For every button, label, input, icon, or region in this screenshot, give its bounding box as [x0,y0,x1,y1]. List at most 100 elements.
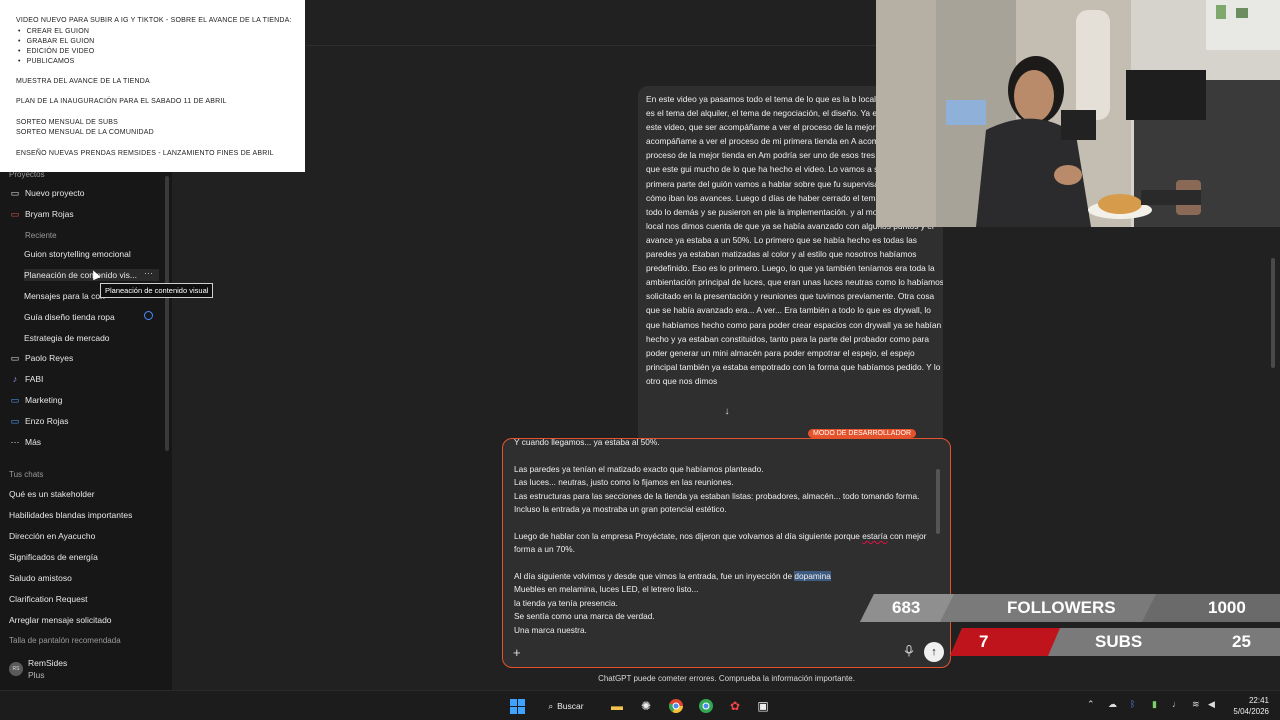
project-bryam-rojas[interactable]: ▭ Bryam Rojas [0,204,172,224]
user-plan: Plus [28,670,45,680]
composer-line: Las paredes ya tenían el matizado exacto… [514,463,764,474]
chat-item[interactable]: Qué es un stakeholder [9,489,95,499]
sidebar-chat-guion[interactable]: Guion storytelling emocional [24,249,131,259]
list-item: GRABAR EL GUION [18,37,95,47]
folder-icon: ▭ [10,415,20,426]
search-icon: ⌕ [548,700,554,711]
chat-item[interactable]: Arreglar mensaje solicitado [9,615,112,625]
composer-line: Las estructuras para las secciones de la… [514,490,920,515]
notes-overlay: VIDEO NUEVO PARA SUBIR A IG Y TIKTOK - S… [0,0,305,172]
project-fabi[interactable]: ♪ FABI [0,369,172,389]
notes-list: CREAR EL GUION GRABAR EL GUION EDICIÓN D… [18,27,95,67]
followers-count: 683 [892,598,921,617]
sidebar-chat-mensajes[interactable]: Mensajes para la con [24,291,105,301]
notes-title: VIDEO NUEVO PARA SUBIR A IG Y TIKTOK - S… [16,17,292,24]
avatar[interactable]: RS [9,662,23,676]
cloud-icon[interactable]: ☁ [1108,699,1117,710]
app-window-icon[interactable]: ▣ [754,696,772,716]
selected-word: dopamina [794,571,831,582]
project-marketing[interactable]: ▭ Marketing [0,390,172,410]
notes-line: SORTEO MENSUAL DE LA COMUNIDAD [16,129,154,136]
chat-item[interactable]: Clarification Request [9,594,87,604]
chrome-profile-icon[interactable] [697,696,715,716]
subs-goal-bar: 7 SUBS 25 [950,628,1280,656]
composer-blank [514,449,936,462]
notes-line: MUESTRA DEL AVANCE DE LA TIENDA [16,78,150,85]
project-label: Paolo Reyes [25,353,74,363]
list-item: CREAR EL GUION [18,27,94,37]
main-scrollbar[interactable] [1271,258,1275,368]
file-explorer-icon[interactable]: ▬ [608,696,626,716]
volume-icon[interactable]: ◀ [1208,699,1215,710]
chatgpt-app-icon[interactable]: ✺ [637,696,655,716]
list-item: EDICIÓN DE VIDEO [18,47,95,57]
subs-goal: 25 [1232,632,1251,651]
webcam-feed [876,0,1280,227]
project-label: Bryam Rojas [25,209,74,219]
more-icon: ··· [10,437,20,447]
wifi-icon[interactable]: ≋ [1192,699,1200,710]
taskbar-search[interactable]: ⌕ Buscar [540,696,592,716]
composer-scrollbar[interactable] [936,469,940,534]
chrome-icon[interactable] [667,696,685,716]
project-paolo-reyes[interactable]: ▭ Paolo Reyes [0,348,172,368]
sidebar-chat-estrategia[interactable]: Estrategia de mercado [24,333,110,343]
misspelled-word: estaría [862,530,888,541]
user-name[interactable]: RemSides [28,658,67,668]
clock-time: 22:41 [1248,696,1269,705]
folder-icon: ▭ [10,352,20,363]
composer-span: Al día siguiente volvimos y desde que vi… [514,571,795,582]
sidebar-scrollbar[interactable] [165,176,169,451]
clock-date: 5/04/2026 [1233,707,1269,716]
header-divider [306,45,876,46]
battery-icon[interactable]: ▮ [1152,699,1157,710]
windows-start-icon[interactable] [508,696,526,716]
clock[interactable]: 22:41 5/04/2026 [1225,695,1269,717]
chat-item[interactable]: Significados de energía [9,552,98,562]
chat-item[interactable]: Habilidades blandas importantes [9,510,132,520]
attach-plus-button[interactable]: + [513,645,521,660]
folder-icon: ▭ [10,394,20,405]
arrow-down-icon[interactable]: ↓ [719,406,735,422]
composer-line: Luego de hablar con la empresa Proyéctat… [514,530,936,557]
more-projects-button[interactable]: ··· Más [0,432,172,452]
project-label: Marketing [25,395,63,405]
chat-item[interactable]: Dirección en Ayacucho [9,531,95,541]
project-label: Enzo Rojas [25,416,69,426]
composer-line: Al día siguiente volvimos y desde que vi… [514,570,936,583]
message-composer[interactable]: Y cuando llegamos... ya estaba al 50%. L… [502,438,951,668]
project-label: FABI [25,374,44,384]
new-project-button[interactable]: ▭ Nuevo proyecto [0,183,172,203]
more-label: Más [25,437,42,447]
chevron-up-icon[interactable]: ⌃ [1087,699,1095,710]
sidebar-chat-guia[interactable]: Guía diseño tienda ropa [24,312,115,322]
composer-blank [514,557,936,570]
chat-item[interactable]: Saludo amistoso [9,573,72,583]
more-options-icon[interactable]: ··· [144,268,153,278]
list-item: PUBLICAMOS [18,57,94,67]
followers-goal-bar: 683 FOLLOWERS 1000 [860,594,1280,622]
loading-indicator-icon [144,311,153,320]
microphone-tray-icon[interactable]: ♩ [1172,699,1181,709]
bluetooth-icon[interactable]: ᛒ [1130,699,1135,709]
subs-count: 7 [979,632,989,651]
composer-blank [514,516,936,529]
send-button[interactable]: ↑ [924,642,944,662]
app-icon[interactable]: ✿ [726,696,744,716]
music-icon: ♪ [12,374,18,384]
recent-label: Reciente [25,231,57,240]
chat-item[interactable]: Talla de pantalón recomendada [9,636,121,645]
notes-line: ENSEÑO NUEVAS PRENDAS REMSIDES - LANZAMI… [16,150,274,157]
tooltip: Planeación de contenido visual [100,283,214,298]
subs-label: SUBS [1095,632,1143,651]
composer-line: Las luces... neutras, justo como lo fija… [514,477,734,488]
microphone-icon[interactable] [904,645,914,660]
folder-icon: ▭ [10,208,20,219]
disclaimer-text: ChatGPT puede cometer errores. Comprueba… [598,674,855,683]
folder-plus-icon: ▭ [10,187,20,198]
composer-line: Una marca nuestra. [514,624,587,635]
project-enzo-rojas[interactable]: ▭ Enzo Rojas [0,411,172,431]
arrow-up-icon: ↑ [931,646,937,658]
composer-span: Luego de hablar con la empresa Proyéctat… [514,530,863,541]
notes-line: PLAN DE LA INAUGURACIÓN PARA EL SABADO 1… [16,98,227,105]
